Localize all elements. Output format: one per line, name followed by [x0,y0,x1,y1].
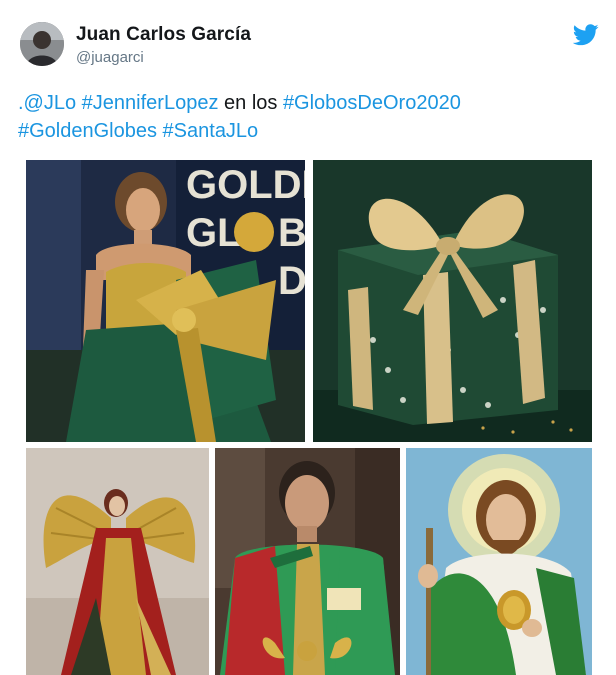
media-grid: GOLDE GL B D [24,158,594,675]
hashtag-link[interactable]: #SantaJLo [163,120,259,142]
hashtag-link[interactable]: #GlobosDeOro2020 [283,92,461,114]
avatar[interactable] [20,22,64,66]
photo-jlo-gown[interactable]: GOLDE GL B D [26,160,305,442]
photo-angel-figure[interactable] [26,448,209,675]
svg-text:B: B [278,211,305,255]
tweet-text: .@JLo #JenniferLopez en los #GlobosDeOro… [18,89,598,145]
hashtag-link[interactable]: #GoldenGlobes [18,120,157,142]
svg-text:D: D [278,259,305,303]
avatar-photo [20,22,64,66]
hashtag-link[interactable]: #JenniferLopez [82,92,219,114]
text-segment: en los [218,92,283,114]
author-name[interactable]: Juan Carlos García [76,24,251,46]
tweet-card: Juan Carlos García @juagarci .@JLo #Jenn… [0,0,616,675]
author-handle[interactable]: @juagarci [76,49,144,66]
tweet-text-line-2: #GoldenGlobes #SantaJLo [18,117,598,145]
tweet-text-line-1: .@JLo #JenniferLopez en los #GlobosDeOro… [18,89,598,117]
photo-gift-box[interactable] [313,160,592,442]
svg-text:GOLDE: GOLDE [186,163,305,207]
photo-sweater-man[interactable] [215,448,400,675]
mention-link[interactable]: .@JLo [18,92,76,114]
photo-saint-jude[interactable] [406,448,592,675]
twitter-bird-icon[interactable] [573,24,599,46]
svg-text:GL: GL [186,211,242,255]
